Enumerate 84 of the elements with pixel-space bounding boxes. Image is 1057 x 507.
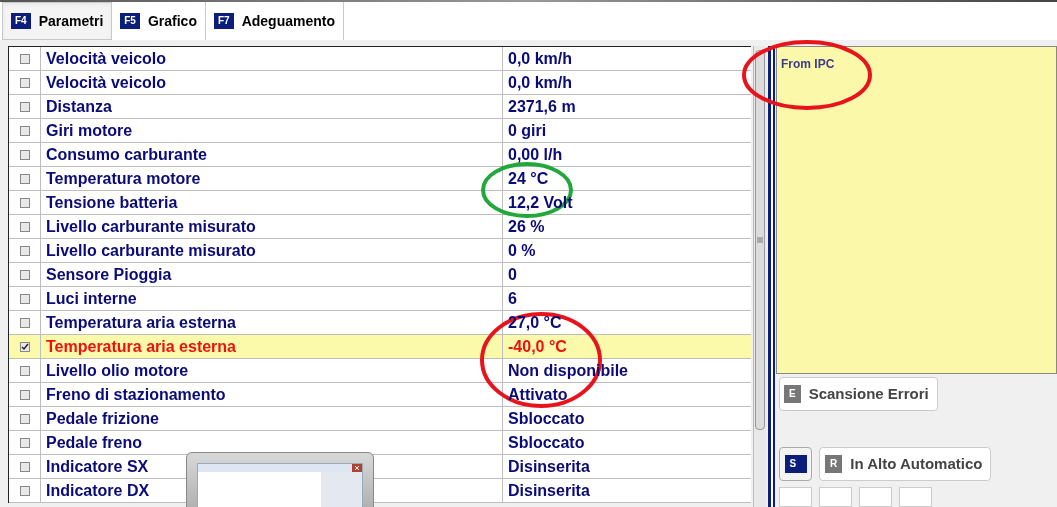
table-cell-text: Temperatura aria esterna [46,312,236,333]
checkbox[interactable] [19,245,30,256]
table-cell-text: Consumo carburante [46,144,207,165]
s-button[interactable]: S [779,447,812,481]
table-cell-text: Temperatura motore [46,168,201,189]
checkbox[interactable] [19,485,30,496]
auto-up-button[interactable]: R In Alto Automatico [819,447,992,481]
grip-icon [757,237,763,243]
window-thumbnail[interactable] [186,452,374,507]
checkbox[interactable] [19,125,30,136]
key-badge: F7 [213,13,234,29]
table-row[interactable]: Distanza 2371,6 m [9,95,751,119]
table-cell-text: 0,0 km/h [508,48,573,69]
table-cell-text: Disinserita [508,456,590,477]
table-row[interactable]: Temperatura aria esterna 27,0 °C [9,311,751,335]
tab[interactable]: F4 Parametri [2,2,113,40]
checkbox[interactable] [19,365,30,376]
table-cell-text: Indicatore SX [46,456,149,477]
table-cell-text: Attivato [508,384,568,405]
table-cell-text: Temperatura aria esterna [46,336,236,357]
checkbox[interactable] [19,293,30,304]
close-icon[interactable] [352,464,362,472]
table-cell-text: 0,0 km/h [508,72,573,93]
table-row[interactable]: Velocità veicolo 0,0 km/h [9,47,751,71]
table-row[interactable]: Temperatura aria esterna -40,0 °C [9,335,751,359]
checkbox[interactable] [19,149,30,160]
table-cell-text: Livello carburante misurato [46,240,256,261]
table-cell-text: Disinserita [508,480,590,501]
checkbox[interactable] [19,77,30,88]
scrollbar-thumb[interactable] [755,50,765,430]
table-cell-text: 0 giri [508,120,547,141]
key-badge: F5 [120,13,140,29]
checkbox[interactable] [19,269,30,280]
table-cell-text: Tensione batteria [46,192,178,213]
checkbox[interactable] [19,173,30,184]
checkbox[interactable] [19,317,30,328]
checkbox[interactable] [19,389,30,400]
scrollbar[interactable] [753,46,766,507]
table-cell-text: Pedale frizione [46,408,159,429]
table-cell-text: Indicatore DX [46,480,150,501]
table-row[interactable]: Consumo carburante 0,00 l/h [9,143,751,167]
checkbox[interactable] [19,221,30,232]
checkbox[interactable] [19,53,30,64]
table-cell-text: Luci interne [46,288,137,309]
table-cell-text: 0 % [508,240,536,261]
table-row[interactable]: Luci interne 6 [9,287,751,311]
table-cell-text: Distanza [46,96,112,117]
table-cell-text: Sbloccato [508,432,585,453]
checkbox[interactable] [19,341,30,352]
checkmark-icon [20,342,29,351]
table-cell-text: 26 % [508,216,545,237]
table-cell-text: 27,0 °C [508,312,562,333]
table-cell-text: Livello carburante misurato [46,216,256,237]
table-cell-text: 0 [508,264,517,285]
table-cell-text: Velocità veicolo [46,48,167,69]
table-row[interactable]: Freno di stazionamento Attivato [9,383,751,407]
table-row[interactable]: Velocità veicolo 0,0 km/h [9,71,751,95]
table-cell-text: 2371,6 m [508,96,576,117]
table-row[interactable]: Livello carburante misurato 26 % [9,215,751,239]
table-cell-text: 24 °C [508,168,549,189]
table-row[interactable]: Giri motore 0 giri [9,119,751,143]
table-cell-text: -40,0 °C [508,336,567,357]
table-cell-text: Pedale freno [46,432,143,453]
key-badge: F4 [11,13,31,29]
checkbox[interactable] [19,413,30,424]
table-cell-text: Freno di stazionamento [46,384,226,405]
table-cell-text: 6 [508,288,517,309]
table-cell-text: Sbloccato [508,408,585,429]
table-row[interactable]: Pedale freno Sbloccato [9,431,751,455]
table-cell-text: Giri motore [46,120,133,141]
table-cell-text: Livello olio motore [46,360,189,381]
checkbox[interactable] [19,437,30,448]
scan-errors-button[interactable]: E Scansione Errori [779,377,938,411]
table-row[interactable]: Livello carburante misurato 0 % [9,239,751,263]
table-row[interactable]: Pedale frizione Sbloccato [9,407,751,431]
checkbox[interactable] [19,101,30,112]
checkbox[interactable] [19,461,30,472]
table-cell-text: Velocità veicolo [46,72,167,93]
info-text: From IPC [781,57,835,71]
table-row[interactable]: Temperatura motore 24 °C [9,167,751,191]
table-cell-text: Sensore Pioggia [46,264,172,285]
table-cell-text: 0,00 l/h [508,144,563,165]
checkbox[interactable] [19,197,30,208]
table-row[interactable]: Sensore Pioggia 0 [9,263,751,287]
